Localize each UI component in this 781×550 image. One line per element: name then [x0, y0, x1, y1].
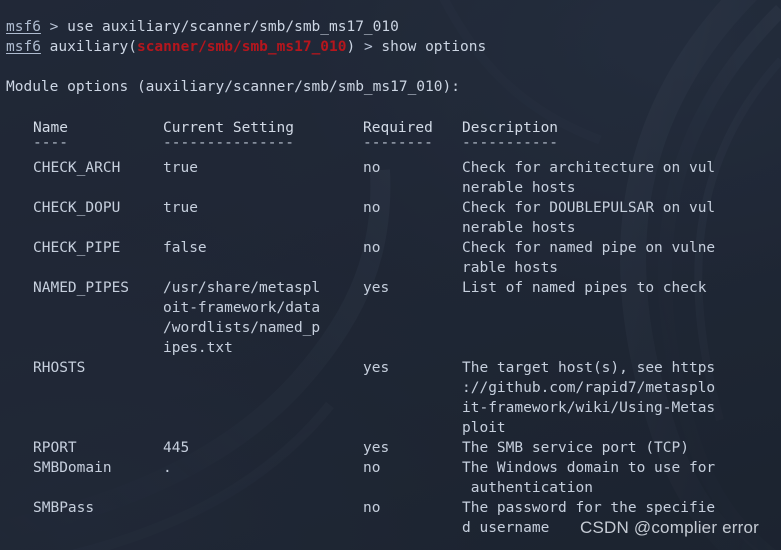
- option-setting-line: oit-framework/data: [163, 300, 321, 316]
- option-name: SMBDomain: [33, 460, 112, 476]
- prompt-context: [41, 39, 50, 55]
- option-required: no: [363, 240, 381, 256]
- watermark-text: CSDN @complier error: [580, 518, 760, 537]
- option-setting-line: /usr/share/metaspl: [163, 280, 321, 296]
- option-description-line: The SMB service port (TCP): [462, 440, 689, 456]
- column-rule-current-setting: ---------------: [163, 135, 294, 151]
- option-name: CHECK_ARCH: [33, 160, 121, 176]
- option-description-line: ploit: [462, 420, 506, 436]
- option-required: no: [363, 160, 381, 176]
- prompt-line-1: msf6 > use auxiliary/scanner/smb/smb_ms1…: [6, 17, 399, 37]
- option-setting-line: /wordlists/named_p: [163, 320, 321, 336]
- option-required: no: [363, 200, 381, 216]
- option-description-line: Check for named pipe on vulne: [462, 240, 716, 256]
- option-setting-line: ipes.txt: [163, 340, 233, 356]
- column-rule-description: -----------: [462, 135, 559, 151]
- option-setting-line: true: [163, 160, 198, 176]
- prompt-separator: >: [40, 19, 68, 35]
- option-description-line: it-framework/wiki/Using-Metas: [462, 400, 716, 416]
- option-setting-line: false: [163, 240, 207, 256]
- option-name: RHOSTS: [33, 360, 86, 376]
- option-description-line: The password for the specifie: [462, 500, 716, 516]
- option-setting-line: true: [163, 200, 198, 216]
- option-description-line: The target host(s), see https: [462, 360, 716, 376]
- prompt-command: show options: [381, 39, 487, 55]
- option-description-line: ://github.com/rapid7/metasplo: [462, 380, 716, 396]
- option-description-line: authentication: [462, 480, 593, 496]
- column-rule-required: --------: [363, 135, 433, 151]
- option-required: yes: [363, 360, 390, 376]
- prompt-host: msf6: [6, 39, 41, 55]
- prompt-line-2: msf6 auxiliary(scanner/smb/smb_ms17_010)…: [6, 37, 486, 57]
- option-required: no: [363, 500, 381, 516]
- column-rule-name: ----: [33, 135, 68, 151]
- prompt-command: use auxiliary/scanner/smb/smb_ms17_010: [67, 19, 399, 35]
- prompt-context-close: ): [346, 39, 356, 55]
- option-description-line: Check for DOUBLEPULSAR on vul: [462, 200, 716, 216]
- terminal-window[interactable]: msf6 > use auxiliary/scanner/smb/smb_ms1…: [0, 0, 781, 550]
- option-name: CHECK_DOPU: [33, 200, 121, 216]
- option-description-line: nerable hosts: [462, 220, 576, 236]
- module-options-title: Module options (auxiliary/scanner/smb/sm…: [6, 79, 460, 95]
- option-description-line: Check for architecture on vul: [462, 160, 716, 176]
- option-required: yes: [363, 440, 390, 456]
- option-name: NAMED_PIPES: [33, 280, 130, 296]
- option-setting-line: 445: [163, 440, 190, 456]
- option-description-line: d username: [462, 520, 550, 536]
- option-setting-line: .: [163, 460, 172, 476]
- prompt-module-context: auxiliary(: [49, 39, 137, 55]
- option-required: yes: [363, 280, 390, 296]
- prompt-host: msf6: [6, 19, 41, 35]
- option-name: SMBPass: [33, 500, 95, 516]
- option-description-line: List of named pipes to check: [462, 280, 707, 296]
- terminal-text-area[interactable]: msf6 > use auxiliary/scanner/smb/smb_ms1…: [0, 0, 781, 550]
- prompt-separator: >: [355, 39, 382, 55]
- option-name: RPORT: [33, 440, 77, 456]
- option-description-line: rable hosts: [462, 260, 559, 276]
- option-description-line: The Windows domain to use for: [462, 460, 716, 476]
- option-description-line: nerable hosts: [462, 180, 576, 196]
- option-name: CHECK_PIPE: [33, 240, 121, 256]
- prompt-module-name: scanner/smb/smb_ms17_010: [136, 39, 347, 55]
- option-required: no: [363, 460, 381, 476]
